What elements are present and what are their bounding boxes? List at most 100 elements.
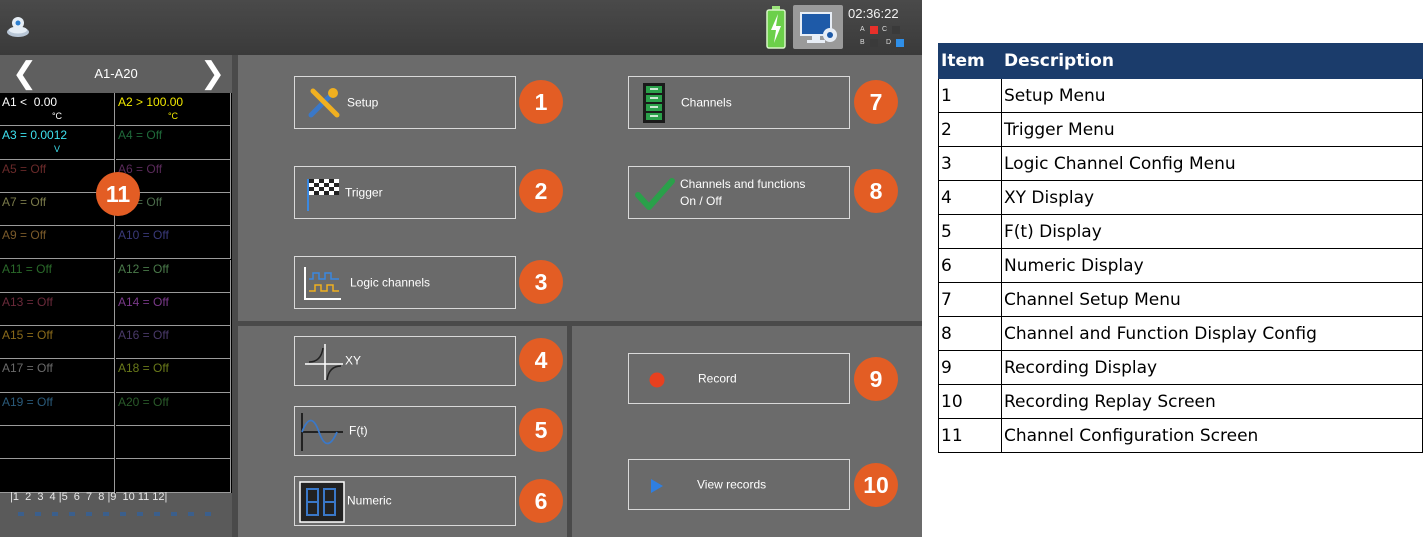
clock: 02:36:22 [848,6,899,21]
page-dot [35,512,41,516]
channel-cell[interactable]: A20 = Off [116,392,231,426]
item-description: F(t) Display [1001,214,1423,249]
description-table: Item Description 1 Setup Menu 2 Trigger Men… [938,43,1423,453]
channel-value: A12 = Off [118,261,169,276]
badge-10: 10 [854,463,898,507]
item-description: Setup Menu [1001,78,1423,113]
channels-label: Channels [681,95,732,109]
channel-cell[interactable] [116,459,231,493]
channel-cell[interactable]: A1 < 0.00 °C [0,93,115,127]
channel-value: A13 = Off [2,294,53,309]
logo-icon[interactable] [6,14,30,40]
device-screen: 02:36:22 A C B D ❮ A1-A20 ❯ A1 < 0.00 °C A… [0,0,922,537]
page-dot [171,512,177,516]
item-number: 3 [938,146,1002,181]
channel-cell[interactable]: A19 = Off [0,392,115,426]
page-dot [86,512,92,516]
chevron-right-icon[interactable]: ❯ [200,59,225,89]
channel-group-indicators: A C B D [860,26,916,50]
badge-11: 11 [96,172,140,216]
table-row: 1 Setup Menu [938,78,1423,113]
trigger-button[interactable]: Trigger [294,166,516,219]
channel-value: A2 > 100.00 [118,95,184,109]
indicator-c: C [882,26,888,33]
channel-cell[interactable]: A14 = Off [116,292,231,327]
indicator-d-square [896,39,904,47]
channel-cell[interactable]: A10 = Off [116,226,231,260]
channel-cell[interactable]: A16 = Off [116,326,231,360]
badge-2: 2 [519,169,563,213]
table-row: 9 Recording Display [938,350,1423,385]
channel-cell[interactable]: A11 = Off [0,259,115,293]
table-body: 1 Setup Menu 2 Trigger Menu 3 Logic Channel C… [938,78,1423,453]
monitor-icon[interactable] [793,5,843,49]
page-dot [205,512,211,516]
ft-button[interactable]: F(t) [294,406,516,456]
channel-table[interactable]: A1 < 0.00 °C A2 > 100.00 °C A3 = 0.0012 V A4 =… [0,93,232,493]
channel-cell[interactable] [0,426,115,460]
page-dot [120,512,126,516]
badge-1: 1 [519,80,563,124]
channel-cell[interactable]: A2 > 100.00 °C [116,93,231,127]
item-number: 2 [938,112,1002,147]
page-indicator[interactable]: |1 2 3 4 |5 6 7 8 |9 10 11 12| [10,491,167,503]
item-description: Channel and Function Display Config [1001,316,1423,351]
channels-functions-button[interactable]: Channels and functions On / Off [628,166,850,219]
table-row: 6 Numeric Display [938,248,1423,283]
setup-button[interactable]: Setup [294,76,516,129]
channel-cell[interactable]: A12 = Off [116,259,231,293]
channel-cell[interactable]: A18 = Off [116,359,231,393]
item-description: XY Display [1001,180,1423,215]
channel-value: A14 = Off [118,294,169,309]
item-number: 6 [938,248,1002,283]
digital-display-icon [299,481,345,523]
channel-unit: °C [51,111,63,121]
table-row: 4 XY Display [938,180,1423,215]
section-divider [238,321,922,326]
channel-cell[interactable] [116,426,231,460]
badge-3: 3 [519,260,563,304]
item-description: Recording Display [1001,350,1423,385]
record-icon [649,372,665,388]
sine-wave-icon [301,413,343,451]
badge-8: 8 [854,169,898,213]
channel-cell[interactable]: A9 = Off [0,226,115,260]
logic-channels-button[interactable]: Logic channels [294,256,516,309]
page-dots [18,512,228,518]
channel-panel: ❮ A1-A20 ❯ A1 < 0.00 °C A2 > 100.00 °C A3 = … [0,55,232,537]
panel-divider [232,55,238,537]
channel-unit: °C [167,111,179,121]
xy-button[interactable]: XY [294,336,516,386]
channel-cell[interactable]: A15 = Off [0,326,115,360]
item-description: Channel Configuration Screen [1001,418,1423,453]
page-dot [154,512,160,516]
ft-label: F(t) [349,423,368,438]
channel-value: A4 = Off [118,128,163,143]
view-records-button[interactable]: View records [628,459,850,510]
channel-value: A10 = Off [118,228,169,243]
item-number: 1 [938,78,1002,113]
xy-graph-icon [305,344,343,381]
table-row: 8 Channel and Function Display Config [938,316,1423,351]
logic-signal-icon [304,267,341,300]
channel-cell[interactable]: A13 = Off [0,292,115,327]
channel-value: A17 = Off [2,361,53,376]
record-button[interactable]: Record [628,353,850,404]
checkered-flag-icon [307,179,339,211]
channel-value: A15 = Off [2,328,53,343]
channel-value: A7 = Off [2,194,47,209]
table-header-row: Item Description [938,43,1423,79]
table-row: 2 Trigger Menu [938,112,1423,147]
channel-cell[interactable]: A17 = Off [0,359,115,393]
channels-functions-label: Channels and functions On / Off [680,176,806,208]
numeric-button[interactable]: Numeric [294,476,516,526]
channels-button[interactable]: Channels [628,76,850,129]
channel-cell[interactable]: A3 = 0.0012 V [0,126,115,160]
play-icon [651,479,663,493]
channel-range-label: A1-A20 [94,66,138,81]
channels-icon [643,83,665,123]
channel-cell[interactable]: A4 = Off [116,126,231,160]
item-number: 5 [938,214,1002,249]
item-number: 4 [938,180,1002,215]
channel-cell[interactable] [0,459,115,493]
